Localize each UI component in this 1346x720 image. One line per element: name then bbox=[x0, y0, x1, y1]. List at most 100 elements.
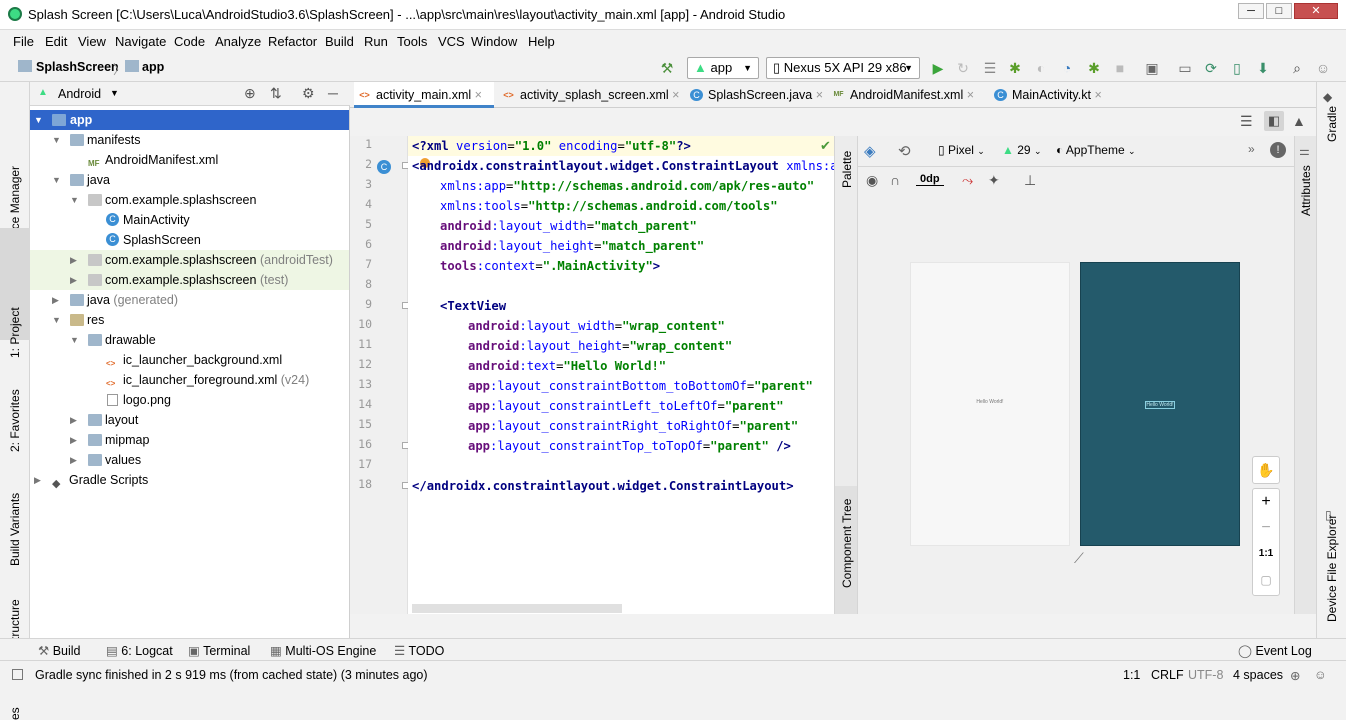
tree-item-drawable[interactable]: ▼ drawable bbox=[30, 330, 349, 350]
device-manager-icon[interactable]: ▯ bbox=[1228, 59, 1246, 77]
user-icon[interactable]: ☺ bbox=[1314, 59, 1332, 77]
device-preview-select[interactable]: ▯ Pixel ⌄ bbox=[938, 143, 985, 157]
stop-icon[interactable]: ■ bbox=[1111, 59, 1129, 77]
tree-item-ic-launcher-background[interactable]: <> ic_launcher_background.xml bbox=[30, 350, 349, 370]
tab-activity-splash-screen[interactable]: <> activity_splash_screen.xml × bbox=[498, 82, 679, 108]
file-encoding[interactable]: UTF-8 bbox=[1188, 668, 1223, 682]
debug-icon[interactable]: ✱ bbox=[1006, 59, 1024, 77]
close-tab-icon[interactable]: × bbox=[475, 88, 482, 102]
zoom-fit-icon[interactable]: ▢ bbox=[1253, 567, 1279, 593]
build-variants-tab[interactable]: Build Variants bbox=[8, 493, 22, 566]
run-icon[interactable]: ▶ bbox=[929, 59, 947, 77]
split-view-icon[interactable]: ◧ bbox=[1264, 111, 1284, 131]
attributes-tab[interactable]: Attributes bbox=[1299, 165, 1313, 216]
collapse-all-icon[interactable]: ⇅ bbox=[270, 85, 282, 102]
tree-item-logo-png[interactable]: logo.png bbox=[30, 390, 349, 410]
extra-tab[interactable]: es bbox=[8, 707, 22, 720]
gear-icon[interactable]: ⚙ bbox=[302, 85, 315, 102]
layers-icon[interactable]: ◈ bbox=[864, 142, 876, 160]
tree-item-manifests[interactable]: ▼ manifests bbox=[30, 130, 349, 150]
attach-debugger-icon[interactable]: ◐ bbox=[1032, 59, 1050, 77]
zoom-out-icon[interactable]: − bbox=[1253, 515, 1279, 541]
tree-item-java-generated[interactable]: ▶ java (generated) bbox=[30, 290, 349, 310]
code-view-icon[interactable]: ☰ bbox=[1240, 113, 1253, 130]
menu-run[interactable]: Run bbox=[364, 34, 388, 49]
tree-item-package-androidtest[interactable]: ▶ com.example.splashscreen (androidTest) bbox=[30, 250, 349, 270]
tree-item-mipmap[interactable]: ▶ mipmap bbox=[30, 430, 349, 450]
hide-icon[interactable]: ─ bbox=[328, 85, 338, 101]
clear-constraints-icon[interactable]: ⤳ bbox=[962, 172, 973, 189]
default-margin-select[interactable]: 0dp bbox=[916, 173, 944, 186]
maximize-button[interactable]: □ bbox=[1266, 3, 1292, 19]
project-tab[interactable]: 1: Project bbox=[8, 307, 22, 358]
cursor-position[interactable]: 1:1 bbox=[1123, 668, 1140, 682]
close-tab-icon[interactable]: × bbox=[967, 88, 974, 102]
tree-item-android-manifest[interactable]: MF AndroidManifest.xml bbox=[30, 150, 349, 170]
lock-icon[interactable]: ⊕ bbox=[1290, 668, 1300, 683]
device-select[interactable]: ▯ Nexus 5X API 29 x86 ▼ bbox=[766, 57, 920, 79]
menu-analyze[interactable]: Analyze bbox=[215, 34, 261, 49]
eye-icon[interactable]: ◉ bbox=[866, 172, 878, 189]
rerun-icon[interactable]: ↻ bbox=[954, 59, 972, 77]
favorites-tab[interactable]: 2: Favorites bbox=[8, 389, 22, 452]
tab-activity-main[interactable]: <> activity_main.xml × bbox=[354, 82, 494, 108]
tab-splashscreen-java[interactable]: C SplashScreen.java × bbox=[686, 82, 823, 108]
sync-gradle-icon[interactable]: ⟳ bbox=[1202, 59, 1220, 77]
tree-item-layout[interactable]: ▶ layout bbox=[30, 410, 349, 430]
close-tab-icon[interactable]: × bbox=[672, 88, 679, 102]
breadcrumb-module[interactable]: app bbox=[142, 60, 164, 74]
tree-item-res[interactable]: ▼ res bbox=[30, 310, 349, 330]
close-button[interactable]: ✕ bbox=[1294, 3, 1338, 19]
apply-changes-icon[interactable]: ☰ bbox=[981, 59, 999, 77]
orientation-icon[interactable]: ⟲ bbox=[898, 142, 911, 160]
tree-item-splashscreen[interactable]: C SplashScreen bbox=[30, 230, 349, 250]
tab-android-manifest[interactable]: MF AndroidManifest.xml × bbox=[828, 82, 976, 108]
coverage-icon[interactable]: ✱ bbox=[1085, 59, 1103, 77]
search-icon[interactable]: ⌕ bbox=[1288, 59, 1306, 77]
tree-item-mainactivity[interactable]: C MainActivity bbox=[30, 210, 349, 230]
warning-icon[interactable]: ! bbox=[1270, 142, 1286, 158]
zoom-actual-size[interactable]: 1:1 bbox=[1253, 541, 1279, 567]
palette-tab[interactable]: Palette bbox=[840, 151, 854, 188]
menu-navigate[interactable]: Navigate bbox=[115, 34, 166, 49]
tree-item-ic-launcher-foreground[interactable]: <> ic_launcher_foreground.xml (v24) bbox=[30, 370, 349, 390]
menu-help[interactable]: Help bbox=[528, 34, 555, 49]
menu-file[interactable]: File bbox=[13, 34, 34, 49]
theme-select[interactable]: ◐ AppTheme ⌄ bbox=[1056, 143, 1136, 157]
menu-vcs[interactable]: VCS bbox=[438, 34, 465, 49]
line-separator[interactable]: CRLF bbox=[1151, 668, 1184, 682]
tab-mainactivity-kt[interactable]: C MainActivity.kt × bbox=[990, 82, 1120, 108]
menu-build[interactable]: Build bbox=[325, 34, 354, 49]
magnet-icon[interactable]: ∩ bbox=[890, 172, 900, 188]
minimize-button[interactable]: ─ bbox=[1238, 3, 1264, 19]
more-icon[interactable]: » bbox=[1248, 142, 1255, 156]
horizontal-scrollbar[interactable] bbox=[412, 604, 622, 613]
breadcrumb-project[interactable]: SplashScreen bbox=[36, 60, 119, 74]
multi-os-engine-button[interactable]: ▦ Multi-OS Engine bbox=[270, 643, 376, 658]
component-tree-tab[interactable]: Component Tree bbox=[840, 499, 854, 588]
tree-item-package-test[interactable]: ▶ com.example.splashscreen (test) bbox=[30, 270, 349, 290]
terminal-tool-button[interactable]: ▣ Terminal bbox=[188, 643, 250, 658]
build-tool-button[interactable]: ⚒ Build bbox=[38, 643, 81, 658]
tree-item-package-main[interactable]: ▼ com.example.splashscreen bbox=[30, 190, 349, 210]
zoom-in-icon[interactable]: + bbox=[1253, 489, 1279, 515]
tool-windows-icon[interactable] bbox=[12, 669, 23, 680]
tree-item-values[interactable]: ▶ values bbox=[30, 450, 349, 470]
blueprint-textview[interactable]: Hello World! bbox=[1145, 401, 1175, 409]
gradle-tab[interactable]: Gradle bbox=[1325, 106, 1339, 142]
infer-constraints-icon[interactable]: ✦ bbox=[988, 172, 1000, 189]
design-preview[interactable]: Hello World! bbox=[910, 262, 1070, 546]
resize-handle-icon[interactable]: ⟋ bbox=[1074, 550, 1084, 567]
guidelines-icon[interactable]: ⊥ bbox=[1024, 172, 1036, 189]
event-log-button[interactable]: ◯ Event Log bbox=[1238, 643, 1312, 658]
tree-item-gradle-scripts[interactable]: ▶ ◆ Gradle Scripts bbox=[30, 470, 349, 490]
project-structure-icon[interactable]: ▣ bbox=[1143, 59, 1161, 77]
sdk-manager-icon[interactable]: ⬇ bbox=[1254, 59, 1272, 77]
indent-setting[interactable]: 4 spaces bbox=[1233, 668, 1283, 682]
avd-manager-icon[interactable]: ▭ bbox=[1176, 59, 1194, 77]
close-tab-icon[interactable]: × bbox=[1094, 88, 1101, 102]
design-view-icon[interactable]: ▲ bbox=[1292, 113, 1306, 129]
menu-tools[interactable]: Tools bbox=[397, 34, 427, 49]
device-file-explorer-tab[interactable]: Device File Explorer bbox=[1325, 515, 1339, 622]
logcat-tool-button[interactable]: ▤ 6: Logcat bbox=[106, 643, 173, 658]
